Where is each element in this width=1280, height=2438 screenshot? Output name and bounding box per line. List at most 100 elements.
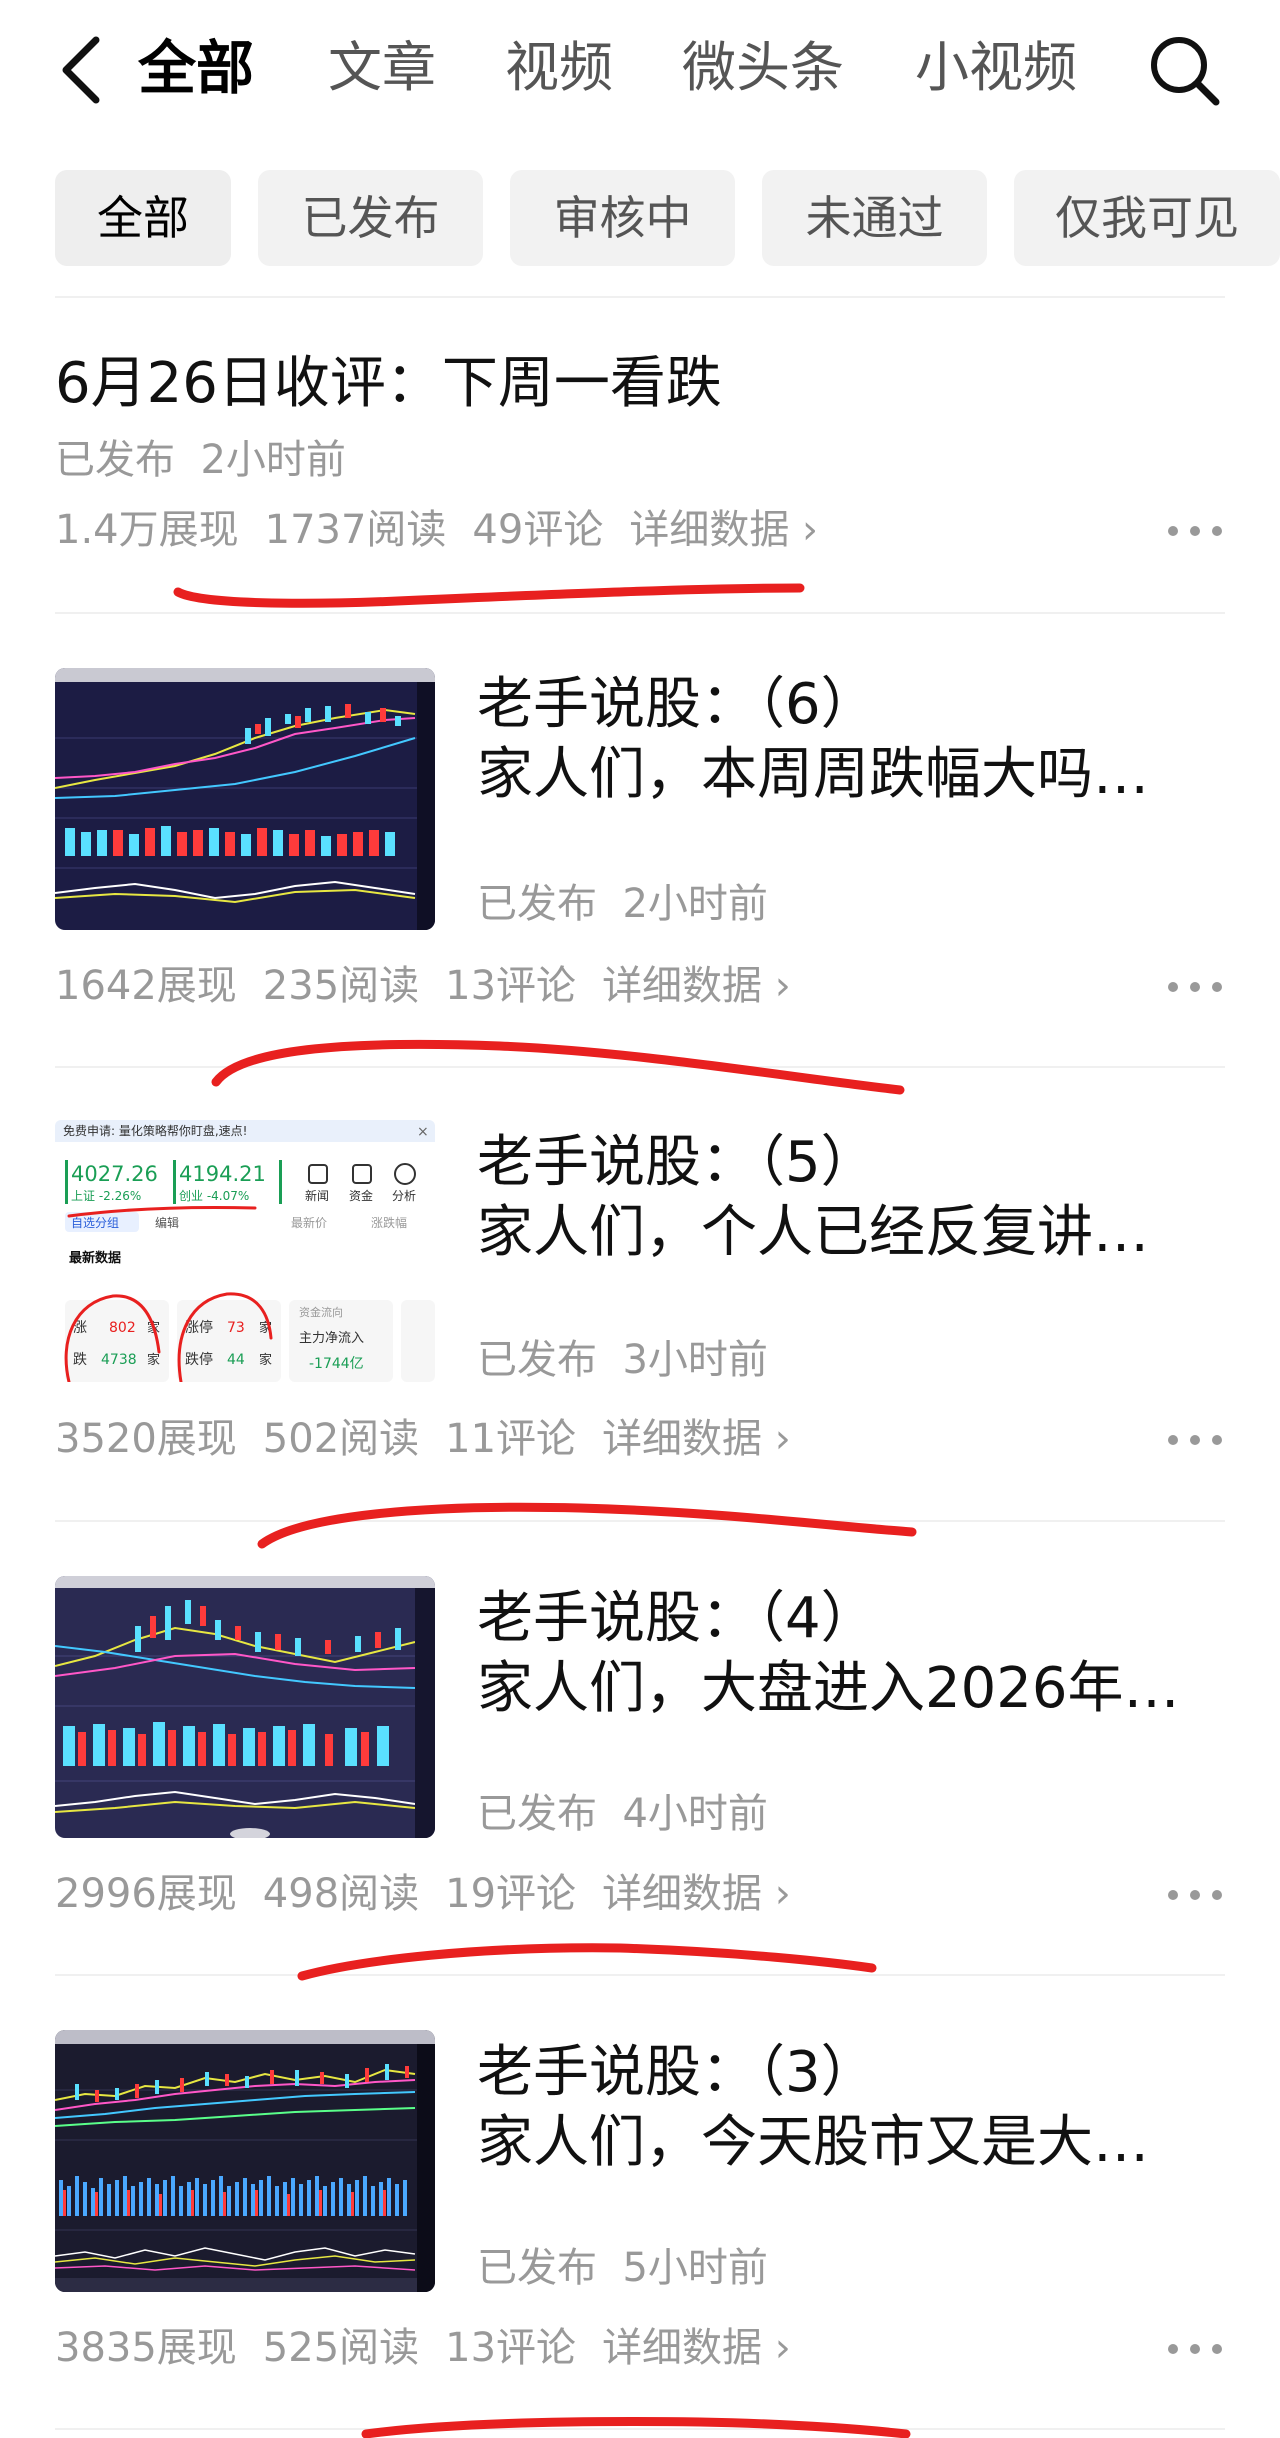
- more-options-button[interactable]: [1168, 515, 1224, 545]
- market-app-screenshot-thumbnail[interactable]: 免费申请: 量化策略帮你盯盘,速点! × 4027.26 上证 -2.26% 4…: [55, 1120, 435, 1382]
- tab-videos[interactable]: 视频: [505, 30, 613, 106]
- post-title-line2[interactable]: 家人们，本周周跌幅大吗…: [477, 740, 1149, 810]
- kline-chart-image: [55, 1576, 435, 1838]
- reads-count: 235阅读: [262, 963, 420, 1009]
- index-name: 创业 -4.07%: [179, 1189, 249, 1203]
- filter-chip-published[interactable]: 已发布: [258, 170, 483, 266]
- post-title-line1[interactable]: 老手说股：（3）: [477, 2038, 877, 2108]
- dot: [1212, 1890, 1222, 1900]
- detail-data-link[interactable]: 详细数据 ›: [602, 963, 791, 1009]
- post-title-line2[interactable]: 家人们，大盘进入2026年…: [477, 1654, 1180, 1724]
- reads-count: 525阅读: [262, 2325, 420, 2371]
- limit-down-label: 跌停: [185, 1351, 213, 1368]
- detail-data-link[interactable]: 详细数据 ›: [602, 2325, 791, 2371]
- more-options-button[interactable]: [1168, 971, 1224, 1001]
- flow-label: 主力净流入: [299, 1331, 364, 1346]
- dot: [1190, 1890, 1200, 1900]
- index-name: 上证 -2.26%: [71, 1189, 141, 1203]
- divider: [55, 612, 1225, 614]
- tab-short-videos[interactable]: 小视频: [915, 30, 1077, 106]
- red-underline: [257, 1502, 917, 1549]
- post-title-line1[interactable]: 老手说股：（6）: [477, 670, 877, 740]
- divider: [55, 1066, 1225, 1068]
- filter-chip-reviewing[interactable]: 审核中: [510, 170, 735, 266]
- dot: [1190, 982, 1200, 992]
- impressions-count: 3520展现: [55, 1416, 237, 1462]
- market-app-image: 免费申请: 量化策略帮你盯盘,速点! × 4027.26 上证 -2.26% 4…: [55, 1120, 435, 1382]
- index-value: 4027.26: [71, 1162, 158, 1186]
- filter-chip-all[interactable]: 全部: [55, 170, 231, 266]
- comments-count: 49评论: [472, 507, 604, 553]
- dot: [1168, 1435, 1178, 1445]
- post-stats: 3835展现 525阅读 13评论 详细数据 ›: [55, 2320, 817, 2376]
- post-title[interactable]: 6月26日收评：下周一看跌: [55, 346, 722, 422]
- top-nav-bar: 全部 文章 视频 微头条 小视频: [0, 0, 1280, 140]
- unit-label: 家: [259, 1352, 272, 1368]
- impressions-count: 3835展现: [55, 2325, 237, 2371]
- post-meta: 已发布 3小时前: [477, 1332, 768, 1388]
- chevron-left-icon: [62, 36, 100, 104]
- divider: [55, 296, 1225, 298]
- red-underline: [173, 583, 805, 608]
- detail-data-link[interactable]: 详细数据 ›: [602, 1416, 791, 1462]
- publish-time: 5小时前: [622, 2245, 768, 2291]
- comments-count: 19评论: [445, 1871, 577, 1917]
- status-filter-bar: 全部 已发布 审核中 未通过 仅我可见: [0, 170, 1280, 266]
- limit-down-count: 44: [227, 1352, 245, 1368]
- dot: [1190, 526, 1200, 536]
- dot: [1212, 2344, 1222, 2354]
- filter-chip-private[interactable]: 仅我可见: [1014, 170, 1280, 266]
- publish-time: 3小时前: [622, 1337, 768, 1383]
- detail-data-link[interactable]: 详细数据 ›: [602, 1871, 791, 1917]
- section-title: 最新数据: [69, 1250, 121, 1266]
- dot: [1168, 526, 1178, 536]
- price-column: 最新价: [291, 1215, 327, 1230]
- post-title-line1[interactable]: 老手说股：（4）: [477, 1584, 877, 1654]
- post-title-line2[interactable]: 家人们，今天股市又是大…: [477, 2108, 1149, 2178]
- limit-up-count: 73: [227, 1320, 245, 1336]
- publish-time: 4小时前: [622, 1791, 768, 1837]
- edit-tab: 编辑: [155, 1215, 179, 1230]
- flow-title: 资金流向: [299, 1305, 343, 1319]
- more-options-button[interactable]: [1168, 2333, 1224, 2363]
- funds-label: 资金: [349, 1188, 373, 1203]
- post-stats: 2996展现 498阅读 19评论 详细数据 ›: [55, 1866, 817, 1922]
- tab-micro-headlines[interactable]: 微头条: [682, 30, 844, 106]
- stock-chart-thumbnail[interactable]: [55, 2030, 435, 2292]
- kline-chart-image: [55, 2030, 435, 2292]
- unit-label: 家: [147, 1352, 160, 1368]
- status-label: 已发布: [477, 881, 597, 927]
- dot: [1190, 2344, 1200, 2354]
- fall-count: 4738: [101, 1352, 137, 1368]
- more-options-button[interactable]: [1168, 1424, 1224, 1454]
- search-icon: [1151, 37, 1220, 106]
- post-meta: 已发布 4小时前: [477, 1786, 768, 1842]
- filter-chip-rejected[interactable]: 未通过: [762, 170, 987, 266]
- post-title-line2[interactable]: 家人们，个人已经反复讲…: [477, 1198, 1149, 1268]
- reads-count: 498阅读: [262, 1871, 420, 1917]
- close-icon: ×: [417, 1124, 429, 1140]
- post-title-line1[interactable]: 老手说股：（5）: [477, 1128, 877, 1198]
- detail-data-link[interactable]: 详细数据 ›: [629, 507, 818, 553]
- index-value: 4194.21: [179, 1162, 266, 1186]
- stock-chart-thumbnail[interactable]: [55, 668, 435, 930]
- search-button[interactable]: [1146, 32, 1222, 108]
- stock-chart-thumbnail[interactable]: [55, 1576, 435, 1838]
- tab-articles[interactable]: 文章: [328, 30, 436, 106]
- more-options-button[interactable]: [1168, 1879, 1224, 1909]
- ai-label: 分析: [392, 1189, 416, 1203]
- divider: [55, 1974, 1225, 1976]
- group-tab: 自选分组: [71, 1216, 119, 1230]
- impressions-count: 1.4万展现: [55, 507, 239, 553]
- reads-count: 502阅读: [262, 1416, 420, 1462]
- dot: [1212, 1435, 1222, 1445]
- dot: [1168, 1890, 1178, 1900]
- publish-time: 2小时前: [200, 437, 346, 483]
- status-label: 已发布: [477, 2245, 597, 2291]
- dot: [1212, 982, 1222, 992]
- post-stats: 1.4万展现 1737阅读 49评论 详细数据 ›: [55, 502, 844, 558]
- post-meta: 已发布 2小时前: [477, 876, 768, 932]
- post-meta: 已发布 5小时前: [477, 2240, 768, 2296]
- back-button[interactable]: [52, 32, 112, 108]
- tab-all[interactable]: 全部: [138, 30, 254, 106]
